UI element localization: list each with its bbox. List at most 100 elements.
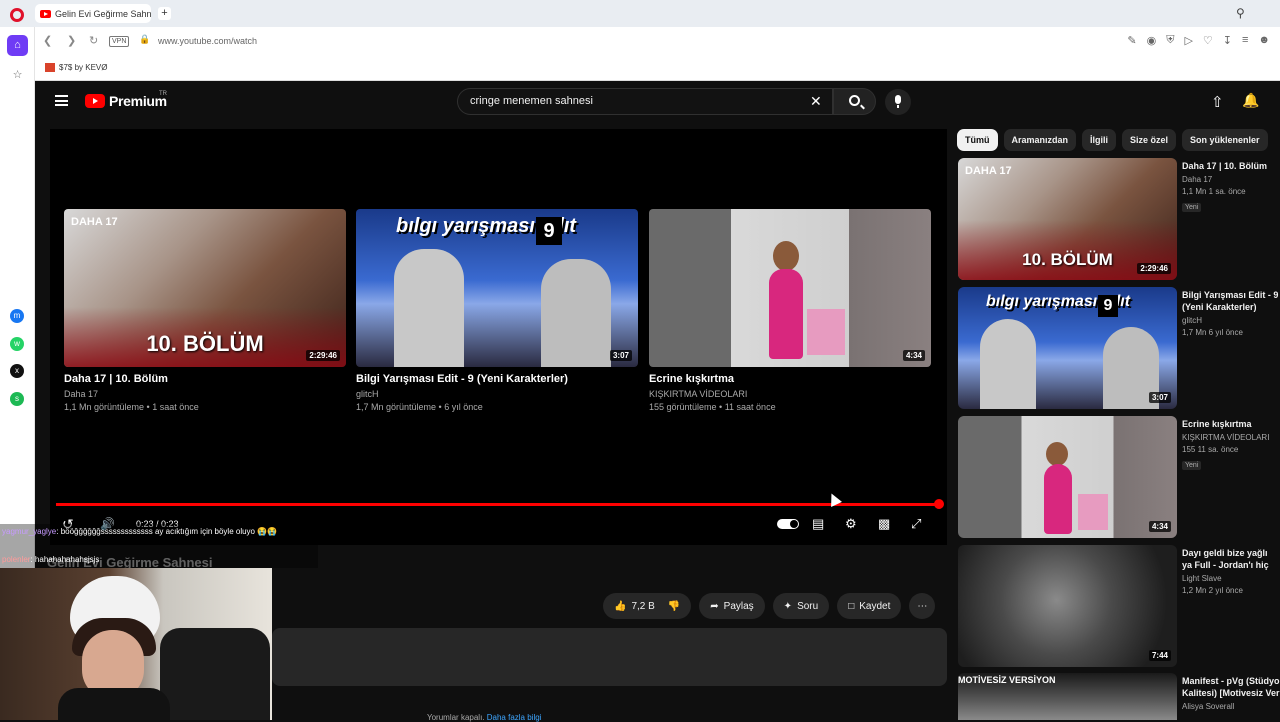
recommendation-channel: Alisya Soverall — [1182, 702, 1235, 711]
profile-icon[interactable]: ☻ — [1258, 34, 1270, 47]
recommendation-item[interactable]: bılgı yarışması edıt 9 3:07 Bilgi Yarışm… — [958, 287, 1280, 409]
thumbnail-object — [1078, 494, 1108, 530]
autoplay-toggle[interactable] — [777, 519, 799, 529]
menu-icon[interactable]: ≡ — [1242, 34, 1248, 47]
bookmark-item[interactable]: $7$ by KEVØ — [45, 63, 107, 72]
more-actions-button[interactable]: ⋯ — [909, 593, 936, 619]
duration-badge: 3:07 — [1148, 392, 1171, 403]
recommendation-item[interactable]: MOTİVESİZ VERSİYON Manifest - pVg (Stüdy… — [958, 673, 1280, 720]
recommendation-thumbnail[interactable]: 7:44 — [958, 545, 1177, 667]
end-screen-card[interactable]: bılgı yarışması edıt 9 3:07 Bilgi Yarışm… — [356, 209, 638, 412]
heart-icon[interactable]: ♡ — [1203, 34, 1213, 47]
thumbnail-figure — [769, 269, 803, 359]
search-button[interactable] — [833, 88, 876, 115]
recommendation-thumbnail[interactable]: MOTİVESİZ VERSİYON — [958, 673, 1177, 720]
lock-icon[interactable]: 🔒 — [139, 34, 150, 45]
recommendation-item[interactable]: 4:34 Ecrine kışkırtma KIŞKIRTMA VİDEOLAR… — [958, 416, 1280, 538]
end-screen-title[interactable]: Daha 17 | 10. Bölüm — [64, 373, 346, 385]
url-field[interactable]: www.youtube.com/watch — [158, 36, 257, 46]
forward-icon[interactable]: ❯ — [67, 34, 76, 47]
subtitles-icon[interactable]: ▤ — [812, 516, 824, 532]
video-player[interactable]: DAHA 17 10. BÖLÜM 2:29:46 Daha 17 | 10. … — [50, 129, 947, 545]
share-button[interactable]: ➦ Paylaş — [699, 593, 765, 619]
shield-icon[interactable]: ⛨ — [1166, 34, 1174, 47]
whatsapp-icon[interactable]: w — [10, 337, 24, 351]
ask-label: Soru — [797, 600, 819, 612]
recommendation-thumbnail[interactable]: DAHA 17 10. BÖLÜM 2:29:46 — [958, 158, 1177, 280]
back-icon[interactable]: ❮ — [43, 34, 52, 47]
menu-icon[interactable] — [55, 95, 68, 106]
end-screen-title[interactable]: Bilgi Yarışması Edit - 9 (Yeni Karakterl… — [356, 373, 638, 385]
recommendation-title[interactable]: Daha 17 | 10. Bölüm — [1182, 160, 1280, 172]
like-button[interactable]: 👍 7,2 B 👎 — [603, 593, 692, 619]
reload-icon[interactable]: ↻ — [89, 34, 98, 47]
recommendation-thumbnail[interactable]: bılgı yarışması edıt 9 3:07 — [958, 287, 1177, 409]
chip-related[interactable]: İlgili — [1082, 129, 1117, 151]
voice-search-button[interactable] — [885, 89, 911, 115]
new-badge: Yeni — [1182, 203, 1202, 212]
progress-bar[interactable] — [56, 503, 939, 506]
toolbar-icons: ✎ ◉ ⛨ ▷ ♡ ↧ ≡ ☻ — [1127, 34, 1270, 47]
chip-from-search[interactable]: Aramanızdan — [1003, 129, 1077, 151]
progress-scrubber[interactable] — [934, 499, 944, 509]
star-icon[interactable]: ☆ — [7, 65, 28, 86]
chip-recently-uploaded[interactable]: Son yüklenenler — [1182, 129, 1268, 151]
recommendation-thumbnail[interactable]: 4:34 — [958, 416, 1177, 538]
settings-icon[interactable]: ⚙ — [845, 516, 857, 532]
save-label: Kaydet — [859, 600, 891, 612]
thumbs-up-icon: 👍 — [614, 600, 627, 612]
fullscreen-icon[interactable]: ⤢ — [911, 516, 921, 532]
save-button[interactable]: □ Kaydet — [837, 593, 902, 619]
vpn-badge[interactable]: VPN — [109, 36, 130, 47]
thumbnail-figure — [980, 319, 1036, 409]
recommendation-meta: 1,1 Mn 1 sa. önce — [1182, 187, 1246, 196]
spotify-icon[interactable]: s — [10, 392, 24, 406]
search-input[interactable]: cringe menemen sahnesi ✕ — [457, 88, 833, 115]
camera-icon[interactable]: ◉ — [1147, 34, 1157, 47]
chat-text: : bööğğğğğğsssssssssssss ay acıktığım iç… — [56, 527, 278, 536]
edit-icon[interactable]: ✎ — [1127, 34, 1136, 47]
recommendation-title[interactable]: Dayı geldi bize yağlı ya Full - Jordan'ı… — [1182, 547, 1280, 571]
recommendation-item[interactable]: DAHA 17 10. BÖLÜM 2:29:46 Daha 17 | 10. … — [958, 158, 1280, 280]
end-screen-meta: 1,7 Mn görüntüleme • 6 yıl önce — [356, 402, 483, 412]
ask-button[interactable]: ✦ Soru — [772, 593, 830, 619]
chip-for-you[interactable]: Size özel — [1122, 129, 1177, 151]
end-screen-card[interactable]: 4:34 Ecrine kışkırtma KIŞKIRTMA VİDEOLAR… — [649, 209, 931, 412]
download-icon[interactable]: ↧ — [1223, 34, 1232, 47]
end-screen-card[interactable]: DAHA 17 10. BÖLÜM 2:29:46 Daha 17 | 10. … — [64, 209, 346, 412]
webcam-chair — [160, 628, 270, 720]
thumbnail-figure — [541, 259, 611, 367]
end-screen-channel: glitcH — [356, 389, 379, 399]
end-screen-thumbnail[interactable]: DAHA 17 10. BÖLÜM 2:29:46 — [64, 209, 346, 367]
recommendation-info: Ecrine kışkırtma KIŞKIRTMA VİDEOLARI 155… — [1182, 418, 1280, 472]
webcam-overlay — [0, 568, 272, 720]
filter-chips: Tümü Aramanızdan İlgili Size özel Son yü… — [957, 129, 1268, 151]
opera-logo-icon[interactable] — [10, 8, 24, 22]
recommendation-title[interactable]: Bilgi Yarışması Edit - 9 (Yeni Karakterl… — [1182, 289, 1280, 313]
browser-tab[interactable]: Gelin Evi Geğirme Sahnesi — [35, 4, 151, 23]
upload-icon[interactable]: ⇧ — [1211, 93, 1224, 111]
chip-all[interactable]: Tümü — [957, 129, 998, 151]
theater-mode-icon[interactable]: ▩ — [878, 516, 890, 532]
recommendation-item[interactable]: 7:44 Dayı geldi bize yağlı ya Full - Jor… — [958, 545, 1280, 667]
play-icon[interactable]: ▷ — [1184, 34, 1192, 47]
sparkle-icon: ✦ — [783, 600, 793, 612]
recommendation-title[interactable]: Manifest - pVg (Stüdyo Kalitesi) [Motive… — [1182, 675, 1280, 699]
youtube-logo[interactable]: Premium — [85, 93, 167, 109]
x-icon[interactable]: x — [10, 364, 24, 378]
end-screen-thumbnail[interactable]: bılgı yarışması edıt 9 3:07 — [356, 209, 638, 367]
description-box[interactable] — [272, 628, 947, 686]
new-tab-button[interactable]: + — [158, 7, 171, 20]
end-screen-thumbnail[interactable]: 4:34 — [649, 209, 931, 367]
clear-search-icon[interactable]: ✕ — [810, 93, 822, 110]
thumbnail-brand: DAHA 17 — [71, 216, 118, 228]
recommendation-title[interactable]: Ecrine kışkırtma — [1182, 418, 1280, 430]
thumbnail-number: 9 — [536, 217, 562, 245]
end-screen-title[interactable]: Ecrine kışkırtma — [649, 373, 931, 385]
notifications-icon[interactable]: 🔔 — [1242, 92, 1259, 109]
learn-more-link[interactable]: Daha fazla bilgi — [487, 713, 542, 722]
thumbs-down-icon[interactable]: 👎 — [668, 601, 680, 612]
tab-search-icon[interactable]: ⚲ — [1236, 6, 1245, 20]
home-icon[interactable]: ⌂ — [7, 35, 28, 56]
messenger-icon[interactable]: m — [10, 309, 24, 323]
